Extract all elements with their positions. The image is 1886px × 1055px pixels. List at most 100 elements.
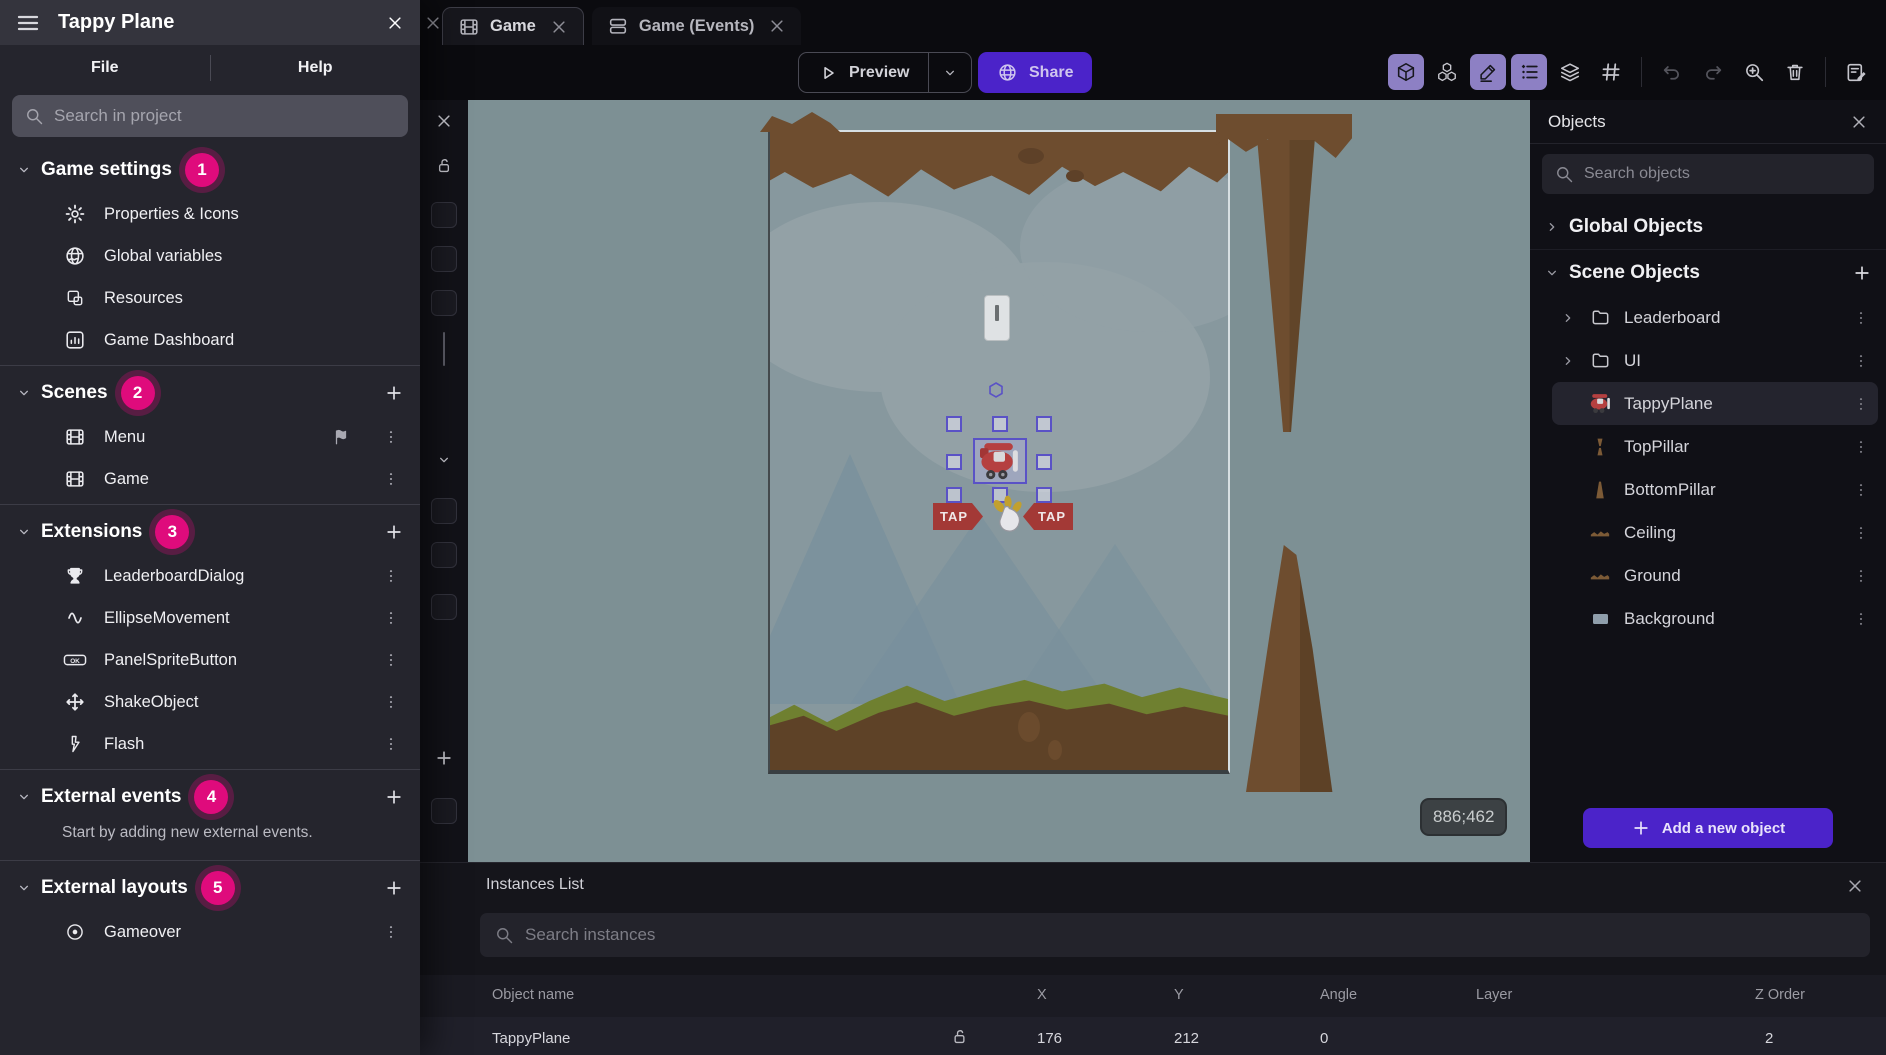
selection-handle[interactable] (1036, 487, 1052, 503)
object-row-tappyplane[interactable]: TappyPlane (1552, 382, 1878, 425)
instruction-tablet-sprite[interactable] (984, 295, 1010, 341)
project-item-flash[interactable]: Flash (0, 723, 420, 765)
kebab-menu-icon[interactable] (378, 609, 404, 627)
boxes-button[interactable] (1429, 54, 1465, 90)
project-item-game dashboard[interactable]: Game Dashboard (0, 319, 420, 361)
close-icon[interactable] (1846, 877, 1864, 895)
scene-edit-button[interactable] (1838, 54, 1874, 90)
tab-game-events-[interactable]: Game (Events) (592, 7, 802, 45)
box3d-button[interactable] (1388, 54, 1424, 90)
instance-row-tappyplane[interactable]: TappyPlane17621202 (420, 1017, 1886, 1055)
tap-badge[interactable]: TAP (1023, 503, 1073, 530)
tappy-plane-sprite[interactable] (973, 438, 1027, 484)
object-row-background[interactable]: Background (1552, 597, 1878, 640)
toolbar-button[interactable] (431, 290, 457, 316)
help-menu[interactable]: Help (211, 59, 421, 77)
project-item-resources[interactable]: Resources (0, 277, 420, 319)
objects-search-input[interactable] (1584, 165, 1862, 183)
layers-button[interactable] (1552, 54, 1588, 90)
grid-button[interactable] (1593, 54, 1629, 90)
add-button[interactable] (384, 522, 404, 542)
selection-handle[interactable] (1036, 416, 1052, 432)
share-button[interactable]: Share (978, 52, 1092, 93)
undo-button[interactable] (1654, 54, 1690, 90)
add-object-plus-icon[interactable] (1852, 263, 1872, 283)
object-row-ceiling[interactable]: Ceiling (1552, 511, 1878, 554)
toolbar-button[interactable] (431, 594, 457, 620)
preview-options-chevron-icon[interactable] (929, 65, 971, 81)
kebab-menu-icon[interactable] (378, 651, 404, 669)
scene-objects-header[interactable]: Scene Objects (1530, 250, 1886, 296)
project-item-shakeobject[interactable]: ShakeObject (0, 681, 420, 723)
selection-handle[interactable] (992, 416, 1008, 432)
kebab-menu-icon[interactable] (1852, 438, 1870, 456)
instances-search[interactable] (480, 913, 1870, 957)
project-item-global variables[interactable]: Global variables (0, 235, 420, 277)
toolbar-button[interactable] (431, 798, 457, 824)
object-row-toppillar[interactable]: TopPillar (1552, 425, 1878, 468)
toolbar-button[interactable] (431, 202, 457, 228)
redo-button[interactable] (1695, 54, 1731, 90)
section-header-game-settings[interactable]: Game settings1 (0, 147, 420, 193)
kebab-menu-icon[interactable] (1852, 481, 1870, 499)
kebab-menu-icon[interactable] (378, 923, 404, 941)
selection-handle[interactable] (946, 454, 962, 470)
toolbar-button[interactable] (431, 498, 457, 524)
selection-handle[interactable] (946, 416, 962, 432)
kebab-menu-icon[interactable] (378, 567, 404, 585)
project-item-menu[interactable]: Menu (0, 416, 420, 458)
file-menu[interactable]: File (0, 59, 210, 77)
project-item-gameover[interactable]: Gameover (0, 911, 420, 953)
bottom-pillar-sprite[interactable] (1246, 545, 1336, 792)
section-header-scenes[interactable]: Scenes2 (0, 370, 420, 416)
kebab-menu-icon[interactable] (1852, 524, 1870, 542)
object-row-ground[interactable]: Ground (1552, 554, 1878, 597)
kebab-menu-icon[interactable] (1852, 309, 1870, 327)
toolbar-button[interactable] (431, 542, 457, 568)
project-item-game[interactable]: Game (0, 458, 420, 500)
section-header-external-layouts[interactable]: External layouts5 (0, 865, 420, 911)
kebab-menu-icon[interactable] (1852, 395, 1870, 413)
project-item-properties & icons[interactable]: Properties & Icons (0, 193, 420, 235)
toolbar-button[interactable] (431, 246, 457, 272)
top-pillar-sprite[interactable] (1250, 140, 1322, 432)
properties-list-button[interactable] (1511, 54, 1547, 90)
hidden-tab-close-icon[interactable] (424, 14, 442, 32)
close-icon[interactable] (435, 112, 453, 130)
object-row-bottompillar[interactable]: BottomPillar (1552, 468, 1878, 511)
kebab-menu-icon[interactable] (378, 693, 404, 711)
add-a-new-object-button[interactable]: Add a new object (1583, 808, 1833, 848)
object-row-ui[interactable]: UI (1552, 339, 1878, 382)
lock-open-icon[interactable] (950, 1027, 969, 1046)
project-item-panelspritebutton[interactable]: OKPanelSpriteButton (0, 639, 420, 681)
trash-button[interactable] (1777, 54, 1813, 90)
add-button[interactable] (384, 787, 404, 807)
section-header-extensions[interactable]: Extensions3 (0, 509, 420, 555)
selection-handle[interactable] (1036, 454, 1052, 470)
kebab-menu-icon[interactable] (1852, 567, 1870, 585)
project-search[interactable] (12, 95, 408, 137)
selection-handle[interactable] (946, 487, 962, 503)
kebab-menu-icon[interactable] (1852, 610, 1870, 628)
kebab-menu-icon[interactable] (1852, 352, 1870, 370)
project-item-ellipsemovement[interactable]: EllipseMovement (0, 597, 420, 639)
add-button[interactable] (384, 383, 404, 403)
global-objects-header[interactable]: Global Objects (1530, 204, 1886, 250)
tab-game[interactable]: Game (442, 7, 584, 45)
add-button[interactable] (384, 878, 404, 898)
objects-search[interactable] (1542, 154, 1874, 194)
scene-canvas[interactable]: TAP TAP 886;462 (468, 100, 1530, 862)
tab-close-icon[interactable] (768, 17, 786, 35)
hamburger-menu-icon[interactable] (16, 11, 40, 35)
plus-icon[interactable] (434, 748, 454, 768)
project-item-leaderboarddialog[interactable]: LeaderboardDialog (0, 555, 420, 597)
kebab-menu-icon[interactable] (378, 735, 404, 753)
project-search-input[interactable] (54, 106, 396, 126)
chevron-down-icon[interactable] (436, 452, 452, 468)
kebab-menu-icon[interactable] (378, 428, 404, 446)
lock-open-icon[interactable] (435, 156, 454, 175)
zoom-in-button[interactable] (1736, 54, 1772, 90)
kebab-menu-icon[interactable] (378, 470, 404, 488)
section-header-external-events[interactable]: External events4 (0, 774, 420, 820)
instances-search-input[interactable] (525, 925, 1856, 945)
